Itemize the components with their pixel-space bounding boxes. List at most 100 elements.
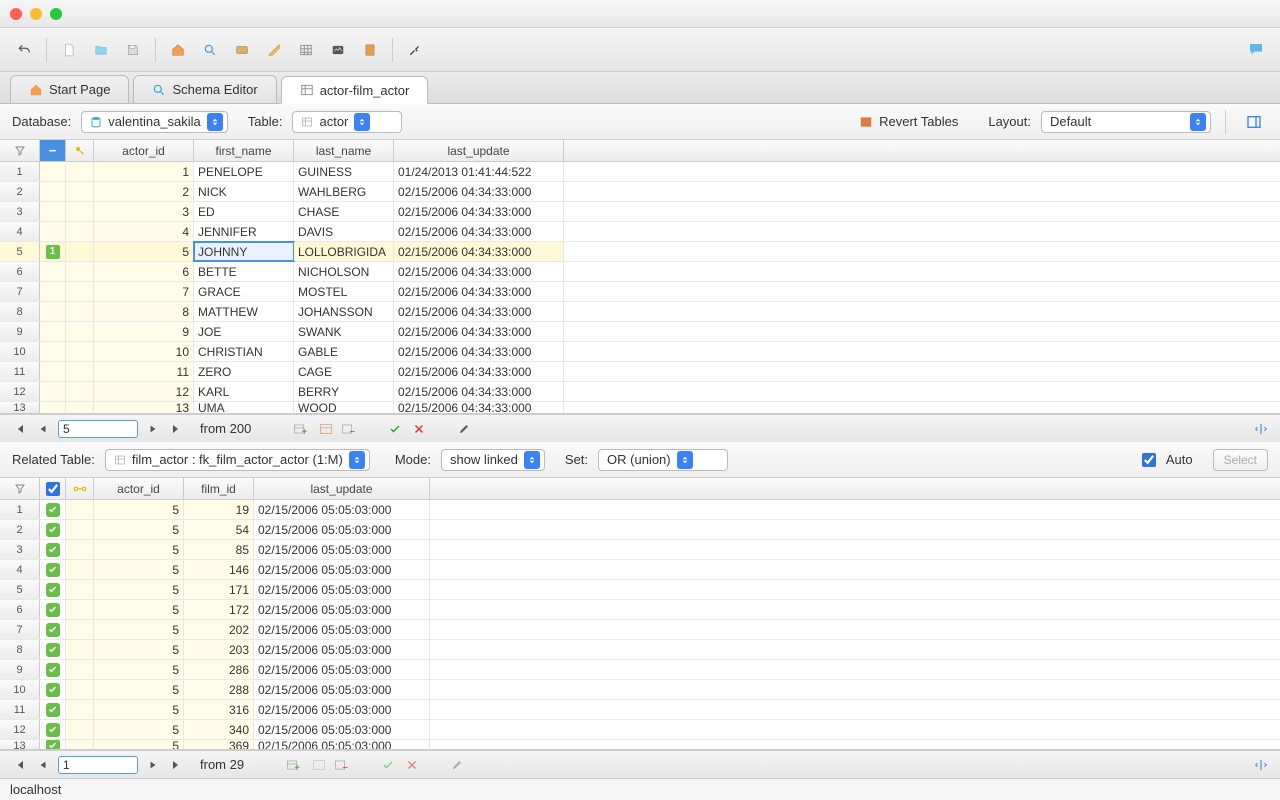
cell-last-name[interactable]: NICHOLSON [294, 262, 394, 281]
last-page-button[interactable] [168, 756, 186, 774]
cell-first-name[interactable]: UMA [194, 402, 294, 413]
cell-actor-id[interactable]: 12 [94, 382, 194, 401]
first-page-button[interactable] [10, 756, 28, 774]
table-select[interactable]: actor [292, 111, 402, 133]
database-select[interactable]: valentina_sakila [81, 111, 228, 133]
cell-last-name[interactable]: CAGE [294, 362, 394, 381]
cell-film-id[interactable]: 203 [184, 640, 254, 659]
check-all[interactable] [46, 482, 60, 496]
cell-film-id[interactable]: 288 [184, 680, 254, 699]
monitor-button[interactable] [324, 36, 352, 64]
cell-last-update[interactable]: 02/15/2006 04:34:33:000 [394, 342, 564, 361]
edit-button[interactable] [455, 420, 473, 438]
film-actor-grid-body[interactable]: 151902/15/2006 05:05:03:000255402/15/200… [0, 500, 1280, 750]
cell-first-name[interactable]: KARL [194, 382, 294, 401]
cell-actor-id[interactable]: 5 [94, 580, 184, 599]
cell-actor-id[interactable]: 1 [94, 162, 194, 181]
picker-button[interactable] [401, 36, 429, 64]
table-row[interactable]: 13536902/15/2006 05:05:03:000 [0, 740, 1280, 750]
filter-header[interactable] [0, 478, 40, 499]
check-cell[interactable] [40, 620, 66, 639]
related-table-select[interactable]: film_actor : fk_film_actor_actor (1:M) [105, 449, 370, 471]
cell-film-id[interactable]: 146 [184, 560, 254, 579]
commit-button[interactable] [379, 756, 397, 774]
minimize-window-dot[interactable] [30, 8, 42, 20]
collapse-header[interactable]: − [40, 140, 66, 161]
search-button[interactable] [196, 36, 224, 64]
cell-first-name[interactable]: JOE [194, 322, 294, 341]
table-row[interactable]: 77GRACEMOSTEL02/15/2006 04:34:33:000 [0, 282, 1280, 302]
cell-actor-id[interactable]: 5 [94, 600, 184, 619]
cell-film-id[interactable]: 369 [184, 740, 254, 750]
table-row[interactable]: 33EDCHASE02/15/2006 04:34:33:000 [0, 202, 1280, 222]
check-cell[interactable] [40, 640, 66, 659]
cell-actor-id[interactable]: 5 [94, 660, 184, 679]
table-row[interactable]: 8520302/15/2006 05:05:03:000 [0, 640, 1280, 660]
cell-last-name[interactable]: JOHANSSON [294, 302, 394, 321]
sql-button[interactable] [228, 36, 256, 64]
table-row[interactable]: 1010CHRISTIANGABLE02/15/2006 04:34:33:00… [0, 342, 1280, 362]
cell-actor-id[interactable]: 3 [94, 202, 194, 221]
cell-last-update[interactable]: 02/15/2006 04:34:33:000 [394, 262, 564, 281]
comment-button[interactable] [1242, 36, 1270, 64]
cell-last-name[interactable]: BERRY [294, 382, 394, 401]
cell-last-update[interactable]: 02/15/2006 04:34:33:000 [394, 402, 564, 413]
table-row[interactable]: 99JOESWANK02/15/2006 04:34:33:000 [0, 322, 1280, 342]
cell-last-update[interactable]: 02/15/2006 04:34:33:000 [394, 182, 564, 201]
cell-last-update[interactable]: 02/15/2006 05:05:03:000 [254, 620, 430, 639]
cell-film-id[interactable]: 316 [184, 700, 254, 719]
cell-last-update[interactable]: 02/15/2006 04:34:33:000 [394, 302, 564, 321]
next-page-button[interactable] [144, 756, 162, 774]
check-cell[interactable] [40, 560, 66, 579]
cell-last-name[interactable]: LOLLOBRIGIDA [294, 242, 394, 261]
cell-actor-id[interactable]: 5 [94, 500, 184, 519]
cell-last-name[interactable]: WOOD [294, 402, 394, 413]
cell-first-name[interactable]: ED [194, 202, 294, 221]
mode-select[interactable]: show linked [441, 449, 545, 471]
col-last-update[interactable]: last_update [254, 478, 430, 499]
table-row[interactable]: 1111ZEROCAGE02/15/2006 04:34:33:000 [0, 362, 1280, 382]
cell-film-id[interactable]: 286 [184, 660, 254, 679]
duplicate-row-button[interactable] [317, 420, 335, 438]
cell-actor-id[interactable]: 5 [94, 620, 184, 639]
tab-actor-film-actor[interactable]: actor-film_actor [281, 76, 429, 104]
cell-last-name[interactable]: SWANK [294, 322, 394, 341]
cell-last-update[interactable]: 02/15/2006 05:05:03:000 [254, 680, 430, 699]
close-window-dot[interactable] [10, 8, 22, 20]
cell-last-update[interactable]: 01/24/2013 01:41:44:522 [394, 162, 564, 181]
cell-first-name[interactable]: PENELOPE [194, 162, 294, 181]
cell-last-name[interactable]: CHASE [294, 202, 394, 221]
cell-first-name[interactable]: CHRISTIAN [194, 342, 294, 361]
check-cell[interactable] [40, 600, 66, 619]
tab-start-page[interactable]: Start Page [10, 75, 129, 103]
link-header[interactable] [66, 478, 94, 499]
cell-film-id[interactable]: 85 [184, 540, 254, 559]
page-input[interactable] [58, 756, 138, 774]
select-button[interactable]: Select [1213, 449, 1268, 471]
table-row[interactable]: 11531602/15/2006 05:05:03:000 [0, 700, 1280, 720]
cell-last-update[interactable]: 02/15/2006 05:05:03:000 [254, 740, 430, 750]
cell-last-update[interactable]: 02/15/2006 05:05:03:000 [254, 660, 430, 679]
barcode-button[interactable] [479, 420, 497, 438]
prev-page-button[interactable] [34, 756, 52, 774]
new-file-button[interactable] [55, 36, 83, 64]
cell-film-id[interactable]: 54 [184, 520, 254, 539]
col-last-update[interactable]: last_update [394, 140, 564, 161]
cell-last-name[interactable]: DAVIS [294, 222, 394, 241]
next-page-button[interactable] [144, 420, 162, 438]
book-button[interactable] [356, 36, 384, 64]
edit-button[interactable] [448, 756, 466, 774]
table-row[interactable]: 11PENELOPEGUINESS01/24/2013 01:41:44:522 [0, 162, 1280, 182]
add-row-button[interactable]: + [286, 756, 304, 774]
cell-last-update[interactable]: 02/15/2006 05:05:03:000 [254, 500, 430, 519]
table-row[interactable]: 44JENNIFERDAVIS02/15/2006 04:34:33:000 [0, 222, 1280, 242]
cell-last-name[interactable]: GABLE [294, 342, 394, 361]
col-actor-id[interactable]: actor_id [94, 478, 184, 499]
first-page-button[interactable] [10, 420, 28, 438]
set-select[interactable]: OR (union) [598, 449, 728, 471]
cell-film-id[interactable]: 340 [184, 720, 254, 739]
add-row-button[interactable]: + [293, 420, 311, 438]
table-row[interactable]: 88MATTHEWJOHANSSON02/15/2006 04:34:33:00… [0, 302, 1280, 322]
col-film-id[interactable]: film_id [184, 478, 254, 499]
cell-last-update[interactable]: 02/15/2006 05:05:03:000 [254, 700, 430, 719]
